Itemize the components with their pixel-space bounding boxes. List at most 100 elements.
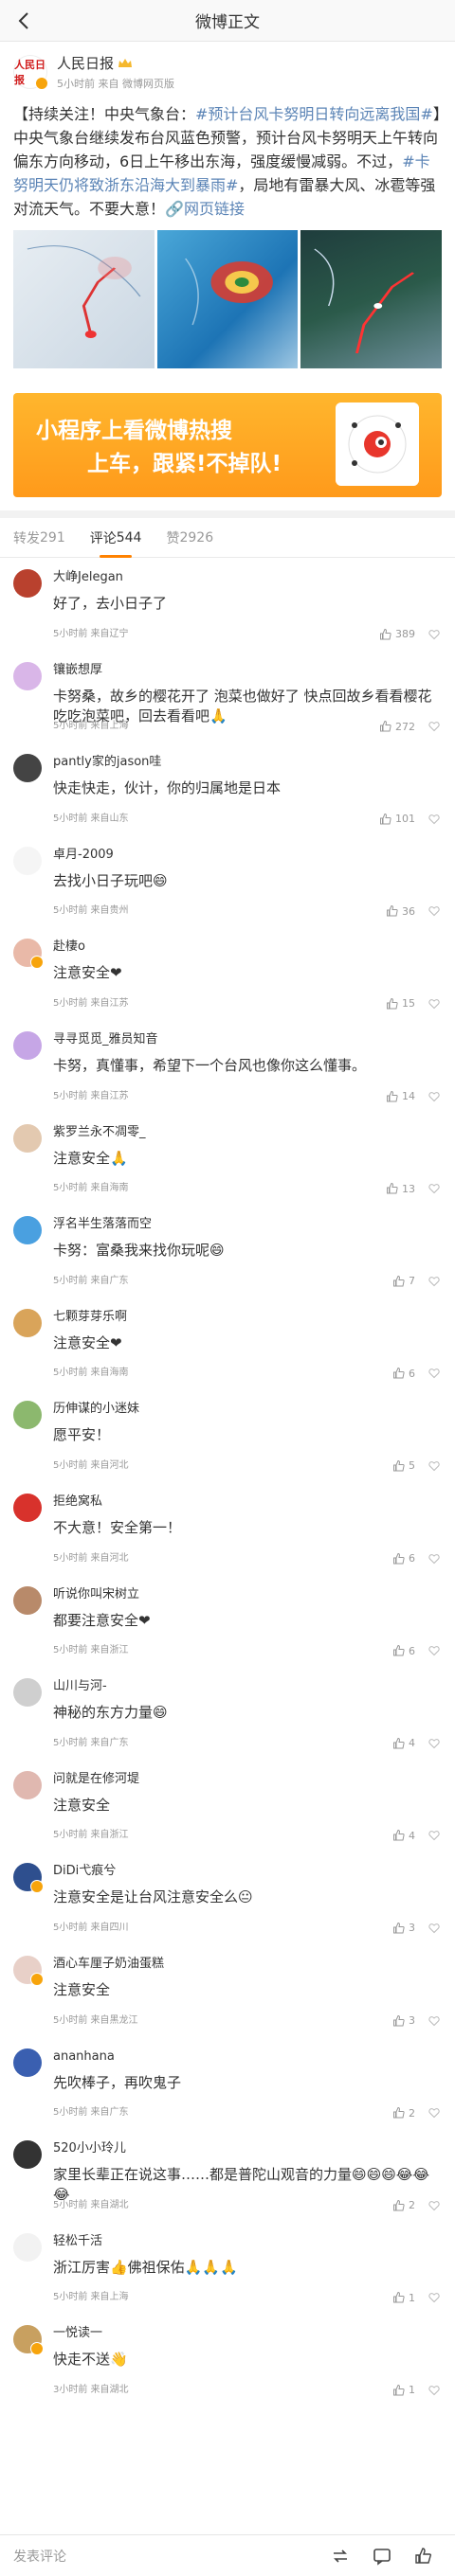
heart-icon[interactable] — [428, 721, 440, 732]
thumb-up-icon[interactable] — [392, 1275, 406, 1288]
comment-like[interactable]: 4 — [392, 1737, 440, 1750]
heart-icon[interactable] — [428, 1460, 440, 1472]
comment-item[interactable]: 赴棲o 注意安全❤ 5小时前 来自江苏 15 — [13, 927, 446, 1020]
thumb-up-icon[interactable] — [379, 628, 392, 641]
post-author[interactable]: 人民日报 人民日报 5小时前 来自 微博网页版 — [13, 53, 442, 91]
avatar[interactable] — [13, 2048, 42, 2077]
avatar[interactable] — [13, 1585, 42, 1615]
comment-item[interactable]: 寻寻觅觅_雅员知音 卡努，真懂事，希望下一个台风也像你这么懂事。 5小时前 来自… — [13, 1020, 446, 1113]
avatar[interactable] — [13, 661, 42, 690]
thumb-up-icon[interactable] — [379, 813, 392, 826]
thumb-up-icon[interactable] — [392, 1922, 406, 1935]
comment-item[interactable]: pantly家的jason哇 快走快走，伙计，你的归属地是日本 5小时前 来自山… — [13, 742, 446, 835]
comment-author[interactable]: 轻松千活 — [53, 2233, 446, 2250]
comment-author[interactable]: 听说你叫宋树立 — [53, 1586, 446, 1603]
avatar[interactable] — [13, 754, 42, 783]
avatar[interactable] — [13, 1216, 42, 1245]
comment-author[interactable]: 历伸谋的小迷妹 — [53, 1401, 446, 1418]
thumb-up-icon[interactable] — [392, 1644, 406, 1657]
comment-author[interactable]: 镶嵌想厚 — [53, 662, 446, 679]
comment-like[interactable]: 2 — [392, 2199, 440, 2212]
thumb-up-icon[interactable] — [392, 2106, 406, 2120]
comment-author[interactable]: 山川与河- — [53, 1678, 446, 1695]
comment-like[interactable]: 101 — [379, 813, 440, 826]
heart-icon[interactable] — [428, 629, 440, 640]
comment-like[interactable]: 13 — [386, 1182, 440, 1195]
heart-icon[interactable] — [428, 1738, 440, 1749]
repost-icon[interactable] — [330, 2546, 351, 2567]
thumb-up-icon[interactable] — [386, 1090, 399, 1103]
thumb-up-icon[interactable] — [392, 2291, 406, 2304]
comment-item[interactable]: 浮名半生落落而空 卡努：富桑我来找你玩呢😄 5小时前 来自广东 7 — [13, 1205, 446, 1297]
heart-icon[interactable] — [428, 1276, 440, 1287]
thumb-up-icon[interactable] — [392, 1367, 406, 1380]
comment-like[interactable]: 6 — [392, 1644, 440, 1657]
comment-author[interactable]: 卓月-2009 — [53, 847, 446, 864]
thumb-up-icon[interactable] — [386, 904, 399, 918]
avatar[interactable] — [13, 1401, 42, 1430]
comment-item[interactable]: 七颗芽芽乐啊 注意安全❤ 5小时前 来自海南 6 — [13, 1297, 446, 1390]
comment-item[interactable]: 拒绝窝私 不大意！安全第一！ 5小时前 来自河北 6 — [13, 1482, 446, 1575]
comment-item[interactable]: 问就是在修河堤 注意安全 5小时前 来自浙江 4 — [13, 1760, 446, 1852]
thumb-up-icon[interactable] — [386, 1182, 399, 1195]
comment-like[interactable]: 36 — [386, 904, 440, 918]
avatar[interactable] — [13, 1030, 42, 1060]
comment-like[interactable]: 3 — [392, 2014, 440, 2028]
tab-likes[interactable]: 赞 2926 — [166, 518, 213, 558]
comment-like[interactable]: 15 — [386, 997, 440, 1011]
back-arrow-icon[interactable] — [13, 9, 36, 32]
comment-item[interactable]: 紫罗兰永不凋零_ 注意安全🙏 5小时前 来自海南 13 — [13, 1113, 446, 1206]
comment-author[interactable]: 酒心车厘子奶油蛋糕 — [53, 1956, 446, 1973]
heart-icon[interactable] — [428, 1830, 440, 1841]
thumb-up-icon[interactable] — [392, 2014, 406, 2028]
comment-like[interactable]: 5 — [392, 1459, 440, 1473]
comment-item[interactable]: DiDi弋痕兮 注意安全是让台风注意安全么😐 5小时前 来自四川 3 — [13, 1852, 446, 1944]
comment-item[interactable]: 一悦读一 快走不送👋 3小时前 来自湖北 1 — [13, 2314, 446, 2406]
comment-like[interactable]: 272 — [379, 720, 440, 733]
heart-icon[interactable] — [428, 1645, 440, 1656]
heart-icon[interactable] — [428, 2292, 440, 2303]
comment-author[interactable]: 紫罗兰永不凋零_ — [53, 1124, 446, 1141]
typhoon-track-map-image[interactable] — [13, 230, 155, 368]
comment-author[interactable]: 赴棲o — [53, 939, 446, 956]
comment-input[interactable]: 发表评论 — [13, 2547, 330, 2566]
thumb-up-icon[interactable] — [392, 1459, 406, 1473]
comment-author[interactable]: pantly家的jason哇 — [53, 754, 446, 771]
comment-like[interactable]: 6 — [392, 1367, 440, 1380]
avatar[interactable] — [13, 1308, 42, 1337]
comment-author[interactable]: 520小小玲儿 — [53, 2140, 446, 2157]
avatar[interactable] — [13, 2232, 42, 2262]
comment-author[interactable]: 拒绝窝私 — [53, 1494, 446, 1511]
heart-icon[interactable] — [428, 2107, 440, 2119]
heart-icon[interactable] — [428, 1183, 440, 1194]
comment-like[interactable]: 4 — [392, 1829, 440, 1842]
heart-icon[interactable] — [428, 1553, 440, 1565]
comment-author[interactable]: 一悦读一 — [53, 2325, 446, 2342]
comment-item[interactable]: 大峥Jelegan 好了，去小日子了 5小时前 来自辽宁 389 — [13, 558, 446, 651]
comment-item[interactable]: 酒心车厘子奶油蛋糕 注意安全 5小时前 来自黑龙江 3 — [13, 1944, 446, 2037]
forecast-track-image[interactable] — [300, 230, 443, 368]
comment-author[interactable]: 浮名半生落落而空 — [53, 1216, 446, 1233]
comment-author[interactable]: DiDi弋痕兮 — [53, 1863, 446, 1880]
comment-item[interactable]: 卓月-2009 去找小日子玩吧😄 5小时前 来自贵州 36 — [13, 835, 446, 928]
avatar[interactable] — [13, 1493, 42, 1522]
thumb-up-icon[interactable] — [392, 1829, 406, 1842]
comment-author[interactable]: 七颗芽芽乐啊 — [53, 1309, 446, 1326]
author-name[interactable]: 人民日报 — [57, 53, 114, 73]
comment-item[interactable]: 轻松千活 浙江厉害👍佛祖保佑🙏🙏🙏 5小时前 来自上海 1 — [13, 2222, 446, 2315]
comment-author[interactable]: 大峥Jelegan — [53, 569, 446, 586]
comment-like[interactable]: 1 — [392, 2291, 440, 2304]
satellite-cloud-image[interactable] — [156, 230, 299, 368]
thumb-up-icon[interactable] — [392, 1737, 406, 1750]
comment-like[interactable]: 7 — [392, 1275, 440, 1288]
tab-repost[interactable]: 转发 291 — [13, 518, 65, 558]
comment-like[interactable]: 3 — [392, 1922, 440, 1935]
web-link[interactable]: 🔗网页链接 — [165, 200, 245, 218]
thumb-up-icon[interactable] — [392, 2384, 406, 2397]
comment-item[interactable]: 听说你叫宋树立 都要注意安全❤ 5小时前 来自浙江 6 — [13, 1575, 446, 1668]
heart-icon[interactable] — [428, 814, 440, 825]
tab-comments[interactable]: 评论 544 — [90, 518, 141, 558]
heart-icon[interactable] — [428, 1091, 440, 1102]
comment-like[interactable]: 14 — [386, 1090, 440, 1103]
comment-like[interactable]: 1 — [392, 2384, 440, 2397]
